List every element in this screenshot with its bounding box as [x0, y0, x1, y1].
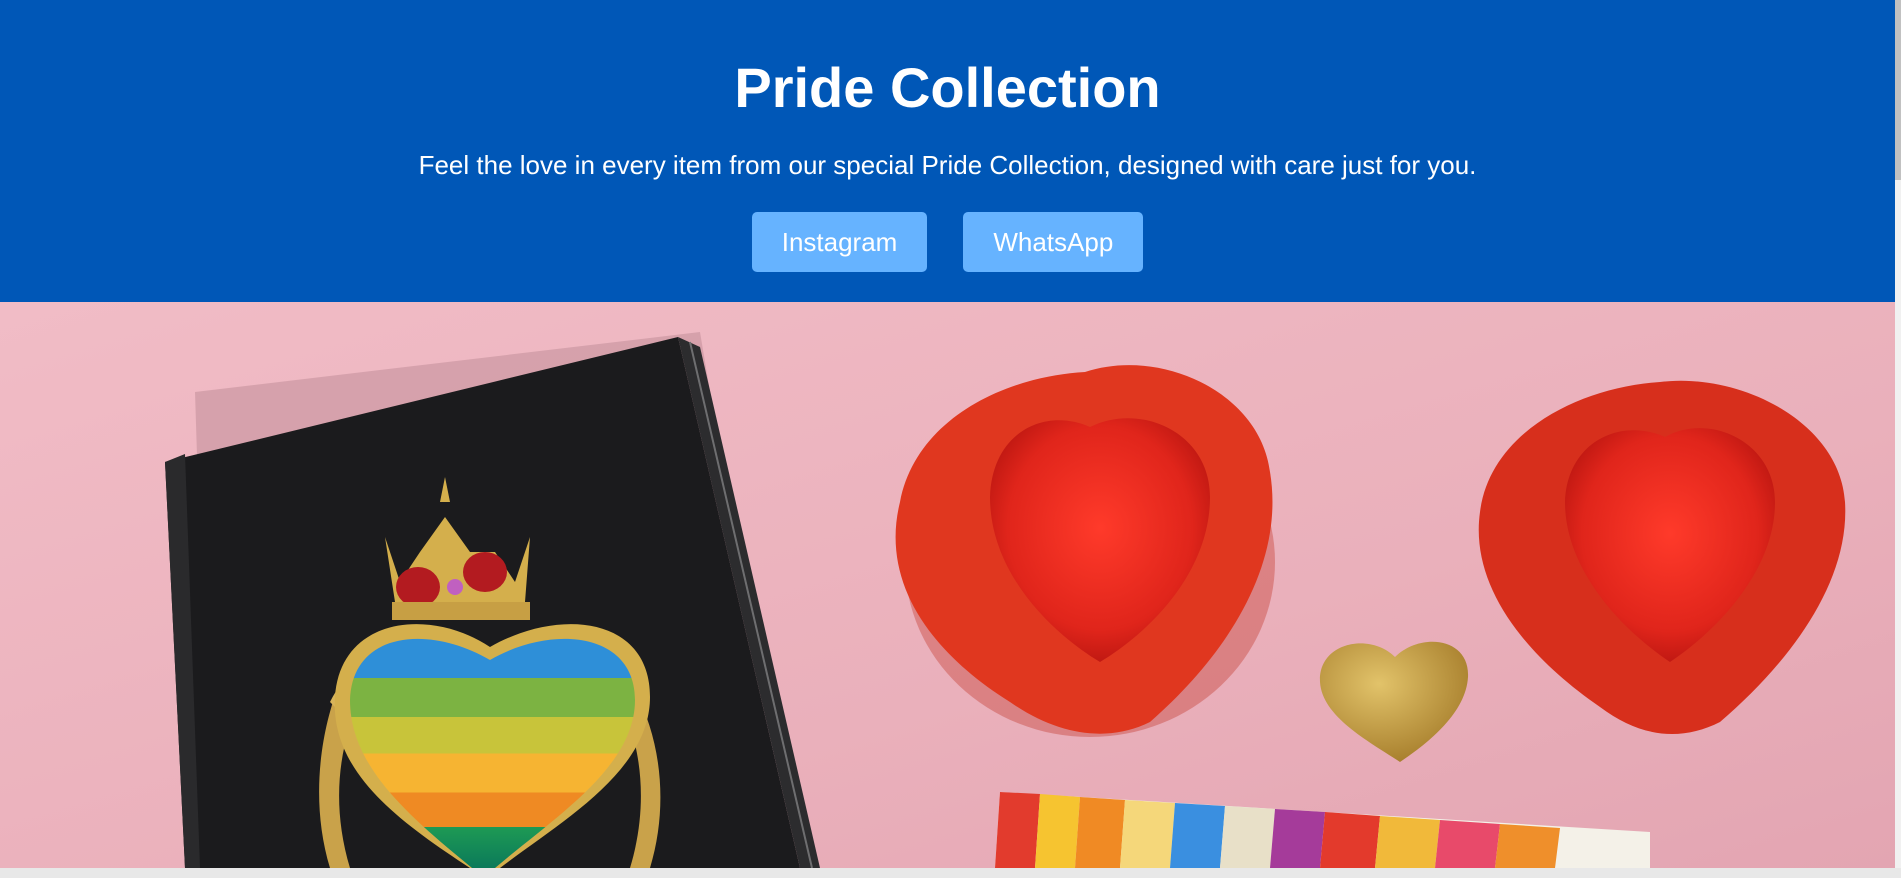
- hero-tagline: Feel the love in every item from our spe…: [418, 150, 1477, 180]
- hero-banner: Pride Collection Feel the love in every …: [0, 0, 1895, 302]
- product-photo: [0, 302, 1895, 868]
- product-photo-image: [0, 302, 1895, 868]
- page-title: Pride Collection: [734, 56, 1161, 119]
- whatsapp-button[interactable]: WhatsApp: [963, 212, 1144, 272]
- vertical-scrollbar[interactable]: [1895, 0, 1901, 868]
- social-buttons: Instagram WhatsApp: [0, 212, 1895, 272]
- scrollbar-thumb[interactable]: [1895, 0, 1901, 180]
- bottom-edge: [0, 868, 1901, 878]
- page-viewport: Pride Collection Feel the love in every …: [0, 0, 1895, 868]
- instagram-button[interactable]: Instagram: [751, 212, 928, 272]
